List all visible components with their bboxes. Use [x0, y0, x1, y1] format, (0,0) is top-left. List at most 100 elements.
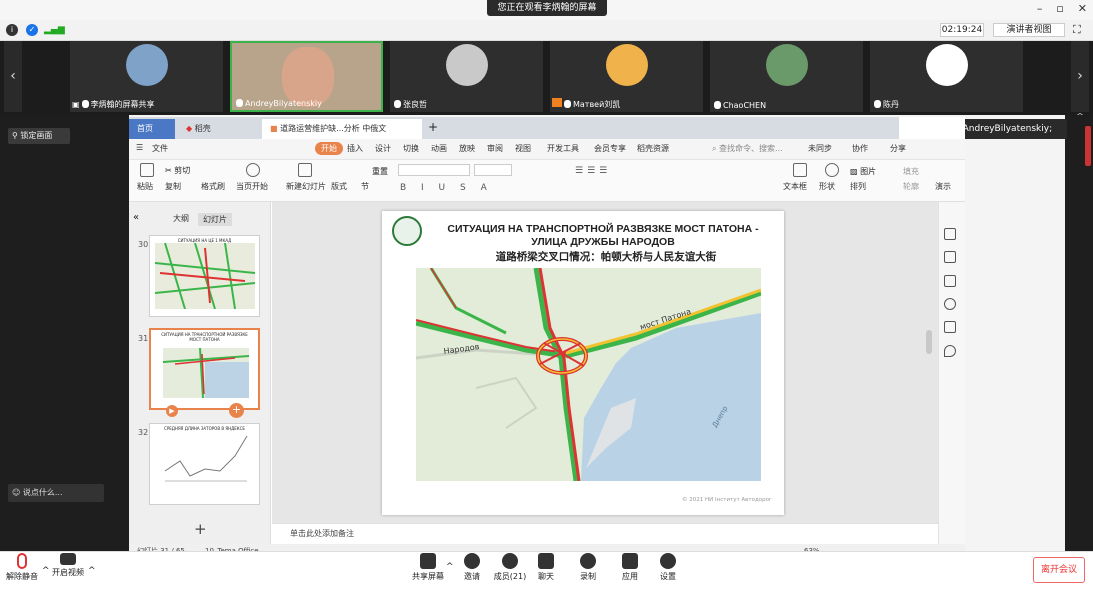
share-button[interactable]: 分享	[890, 143, 906, 154]
fullscreen-icon[interactable]: ⛶	[1073, 23, 1081, 37]
image-icon[interactable]	[944, 321, 956, 333]
invite-button[interactable]: 邀请	[452, 553, 492, 582]
participant-tile[interactable]: 陈丹	[870, 41, 1023, 112]
picture-button[interactable]: ▨ 图片	[850, 166, 876, 177]
next-page-icon[interactable]: ›	[1071, 41, 1089, 112]
format-painter-label[interactable]: 格式刷	[201, 181, 225, 192]
daoke-icon: ◆	[186, 124, 195, 133]
play-from-slide-icon[interactable]: ▶	[166, 405, 178, 417]
leave-meeting-button[interactable]: 离开会议	[1033, 557, 1085, 583]
restore-icon[interactable]: ▫	[1056, 2, 1063, 15]
close-icon[interactable]: ✕	[1078, 2, 1087, 15]
new-slide-label[interactable]: 新建幻灯片	[286, 181, 326, 192]
sync-status[interactable]: 未同步	[808, 143, 832, 154]
new-tab-icon[interactable]: +	[428, 120, 438, 134]
reset-label[interactable]: 重置	[372, 166, 388, 177]
share-screen-button[interactable]: 共享屏幕	[408, 553, 448, 582]
copy-slide-icon[interactable]	[944, 275, 956, 287]
new-slide-icon[interactable]	[298, 163, 312, 177]
paste-label[interactable]: 粘贴	[137, 181, 153, 192]
menu-start[interactable]: 开始	[315, 142, 343, 155]
paste-icon[interactable]	[140, 163, 154, 177]
menu-devtools[interactable]: 开发工具	[547, 143, 579, 154]
scrollbar[interactable]	[926, 330, 932, 354]
participant-tile[interactable]: 张良哲	[390, 41, 543, 112]
start-from-page-label[interactable]: 当页开始	[236, 181, 268, 192]
menu-slideshow[interactable]: 放映	[459, 143, 475, 154]
arrange-label[interactable]: 排列	[850, 181, 866, 192]
info-icon[interactable]: i	[6, 24, 18, 36]
menu-icon[interactable]: ☰	[136, 143, 143, 152]
viewing-banner: 您正在观看李炳翰的屏幕	[487, 0, 607, 16]
outline-label[interactable]: 轮廓	[903, 181, 919, 192]
tab-home[interactable]: 首页	[129, 119, 175, 139]
video-button[interactable]: 开启视频	[48, 553, 88, 578]
font-size-select[interactable]	[474, 164, 512, 176]
tab-document[interactable]: ■ 道路运营维护缺...分析 中俄文	[262, 119, 422, 139]
window-controls: – ▫ ✕	[1037, 2, 1087, 15]
apps-button[interactable]: 应用	[610, 553, 650, 582]
chat-button[interactable]: 聊天	[526, 553, 566, 582]
present-label[interactable]: 演示	[935, 181, 951, 192]
mic-icon	[564, 100, 571, 108]
record-button[interactable]: 录制	[568, 553, 608, 582]
shape-label[interactable]: 形状	[819, 181, 835, 192]
help-icon[interactable]	[944, 298, 956, 310]
tab-daoke[interactable]: ◆ 稻壳	[178, 119, 258, 139]
slide-thumbnail-selected[interactable]: СИТУАЦИЯ НА ТРАНСПОРТНОЙ РАЗВЯЗКЕ МОСТ П…	[149, 328, 260, 410]
collab-button[interactable]: 协作	[852, 143, 868, 154]
paragraph-icons[interactable]: ☰☰☰	[575, 166, 611, 176]
participant-tile[interactable]: ▣ 李炳翰的屏幕共享	[70, 41, 223, 112]
add-slide-icon[interactable]: +	[229, 403, 244, 418]
slide-thumbnail[interactable]: СРЕДНЯЯ ДЛИНА ЗАТОРОВ В ЯНДЕКСЕ	[149, 423, 260, 505]
participant-tile[interactable]: ChaoCHEN	[710, 41, 863, 112]
shape-icon[interactable]	[825, 163, 839, 177]
tab-slides[interactable]: 幻灯片	[198, 213, 232, 226]
textbox-label[interactable]: 文本框	[783, 181, 807, 192]
menu-file[interactable]: 文件	[152, 143, 168, 154]
fill-label[interactable]: 填充	[903, 166, 919, 177]
share-screen-icon	[420, 553, 436, 569]
menu-transition[interactable]: 切换	[403, 143, 419, 154]
layout-label[interactable]: 版式	[331, 181, 347, 192]
copy-label[interactable]: 复制	[165, 181, 181, 192]
animation-icon[interactable]	[944, 251, 956, 263]
settings-button[interactable]: 设置	[648, 553, 688, 582]
section-label[interactable]: 节	[361, 181, 369, 192]
menu-animation[interactable]: 动画	[431, 143, 447, 154]
menu-daoke-res[interactable]: 稻壳资源	[637, 143, 669, 154]
add-slide-plus-icon[interactable]: +	[194, 520, 207, 538]
slide-thumbnail[interactable]: СИТУАЦИЯ НА ЦЕ 1 МКАД	[149, 235, 260, 317]
location-icon[interactable]	[944, 345, 956, 357]
members-button[interactable]: 成员(21)	[490, 553, 530, 582]
shield-icon[interactable]: ✓	[26, 24, 38, 36]
font-family-select[interactable]	[398, 164, 470, 176]
minimize-icon[interactable]: –	[1037, 2, 1043, 15]
cut-button[interactable]: ✂ 剪切	[165, 165, 190, 176]
play-icon[interactable]	[246, 163, 260, 177]
view-mode-button[interactable]: 演讲者视图	[993, 23, 1065, 37]
share-label: 共享屏幕	[412, 572, 444, 581]
lock-view-button[interactable]: ⚲ 锁定画面	[8, 128, 70, 144]
chevron-up-icon[interactable]: ^	[88, 566, 96, 576]
menu-review[interactable]: 审阅	[487, 143, 503, 154]
notes-area[interactable]: 单击此处添加备注	[272, 523, 938, 544]
font-format-icons[interactable]: B I U S A	[400, 183, 493, 193]
prev-page-icon[interactable]: ‹	[4, 41, 22, 112]
menu-design[interactable]: 设计	[375, 143, 391, 154]
mic-icon	[81, 100, 89, 108]
participant-tile[interactable]: Матвей刘凯	[550, 41, 703, 112]
slide-title-ru: СИТУАЦИЯ НА ТРАНСПОРТНОЙ РАЗВЯЗКЕ МОСТ П…	[447, 223, 759, 248]
search-box[interactable]: ⌕ 查找命令、搜索...	[712, 143, 783, 154]
unmute-button[interactable]: 解除静音	[2, 553, 42, 582]
participant-tile[interactable]: AndreyBilyatenskiy	[230, 41, 383, 112]
textbox-icon[interactable]	[793, 163, 807, 177]
menu-view[interactable]: 视图	[515, 143, 531, 154]
tab-outline[interactable]: 大纲	[173, 213, 189, 224]
settings-sliders-icon[interactable]	[944, 228, 956, 240]
collapse-panel-icon[interactable]: «	[133, 212, 139, 223]
chat-input[interactable]: ☺ 说点什么...	[8, 484, 104, 502]
camera-off-icon	[60, 553, 76, 565]
menu-insert[interactable]: 插入	[347, 143, 363, 154]
menu-member[interactable]: 会员专享	[594, 143, 626, 154]
